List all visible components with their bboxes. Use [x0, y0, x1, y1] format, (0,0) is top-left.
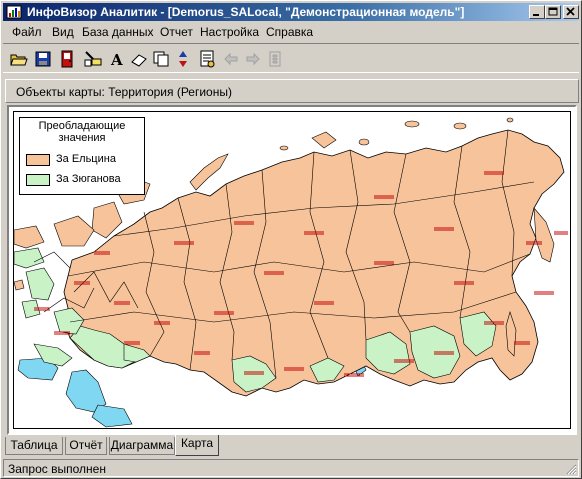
forward-arrow-icon[interactable]: [243, 49, 263, 69]
severnaya-zemlya: [311, 131, 337, 149]
font-icon[interactable]: A: [107, 49, 127, 69]
menu-bar: Файл Вид База данных Отчет Настройка Спр…: [3, 23, 579, 42]
tab-map[interactable]: Карта: [175, 435, 219, 456]
title-bar[interactable]: ИнфоВизор Аналитик - [Demorus_SALocal, "…: [3, 3, 579, 21]
map-view[interactable]: Преобладающие значения За Ельцина За Зюг…: [7, 105, 577, 435]
open-folder-icon[interactable]: [9, 49, 29, 69]
panel-header: Объекты карты: Территория (Регионы): [5, 79, 579, 103]
maximize-button[interactable]: [545, 5, 561, 19]
tab-report[interactable]: Отчёт: [65, 437, 107, 455]
report-icon[interactable]: [197, 49, 217, 69]
minimize-icon: [533, 14, 539, 16]
legend-swatch-zyuganov: [26, 174, 50, 186]
menu-file[interactable]: Файл: [9, 25, 45, 40]
status-text: Запрос выполнен: [8, 462, 106, 476]
region-west-cluster: [25, 267, 55, 301]
copy-icon[interactable]: [151, 49, 171, 69]
calculator-icon[interactable]: [265, 49, 285, 69]
tab-table[interactable]: Таблица: [5, 437, 63, 455]
region-karelia: [91, 201, 123, 239]
resize-grip-icon[interactable]: [565, 463, 577, 475]
properties-icon[interactable]: [83, 49, 103, 69]
aral-sea: [91, 404, 133, 428]
save-icon[interactable]: [33, 49, 53, 69]
map-legend: Преобладающие значения За Ельцина За Зюг…: [19, 117, 145, 195]
app-window: ИнфоВизор Аналитик - [Demorus_SALocal, "…: [0, 0, 582, 479]
window-title: ИнфоВизор Аналитик - [Demorus_SALocal, "…: [27, 5, 465, 19]
app-icon: [6, 4, 22, 20]
legend-swatch-yeltsin: [26, 154, 50, 166]
menu-help[interactable]: Справка: [263, 25, 316, 40]
status-bar: Запрос выполнен: [3, 459, 579, 477]
legend-title: Преобладающие значения: [20, 120, 144, 144]
menu-view[interactable]: Вид: [49, 25, 77, 40]
svg-text:A: A: [110, 51, 123, 69]
region-bryansk: [21, 299, 41, 319]
region-leningrad: [53, 215, 95, 247]
minimize-button[interactable]: [529, 5, 545, 19]
legend-title-line1: Преобладающие: [38, 120, 126, 132]
legend-label-yeltsin: За Ельцина: [56, 153, 116, 165]
toolbar: A: [3, 43, 579, 73]
legend-label-zyuganov: За Зюганова: [56, 173, 121, 185]
menu-settings[interactable]: Настройка: [197, 25, 262, 40]
maximize-icon: [548, 7, 558, 16]
exit-door-icon[interactable]: [57, 49, 77, 69]
sort-icon[interactable]: [173, 49, 193, 69]
region-baltic: [14, 225, 45, 249]
legend-item-zyuganov: За Зюганова: [26, 172, 142, 188]
panel-title: Объекты карты: Территория (Регионы): [16, 85, 232, 99]
legend-item-yeltsin: За Ельцина: [26, 152, 142, 168]
menu-report[interactable]: Отчет: [157, 25, 196, 40]
novaya-zemlya: [189, 153, 229, 191]
region-kaliningrad: [14, 279, 25, 291]
region-west-lowland: [14, 247, 45, 269]
view-tabs: Таблица Отчёт Диаграмма Карта: [5, 435, 579, 457]
kamchatka: [533, 207, 555, 263]
legend-title-line2: значения: [58, 132, 106, 144]
close-icon: [566, 7, 575, 16]
tab-chart[interactable]: Диаграмма: [109, 437, 175, 455]
close-button[interactable]: [563, 5, 579, 19]
back-arrow-icon[interactable]: [221, 49, 241, 69]
map-canvas[interactable]: Преобладающие значения За Ельцина За Зюг…: [13, 111, 571, 429]
menu-database[interactable]: База данных: [79, 25, 156, 40]
eraser-icon[interactable]: [129, 49, 149, 69]
